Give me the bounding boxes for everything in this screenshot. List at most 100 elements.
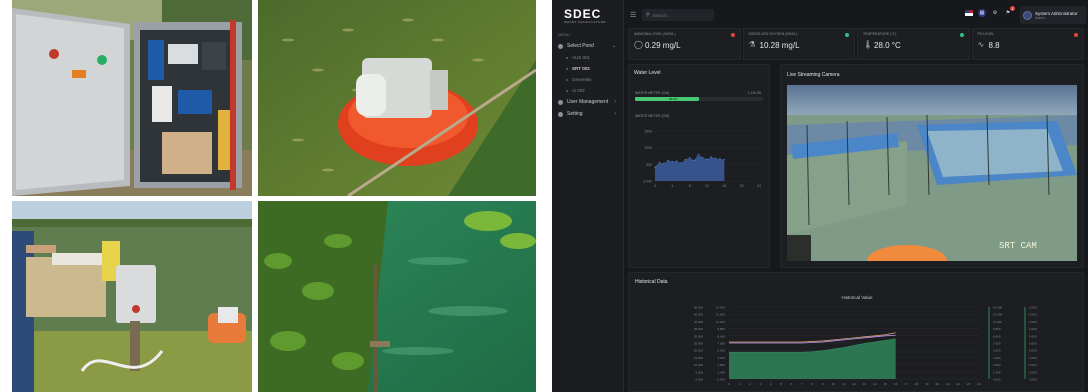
y-tick-label-right-2: 0.000 — [1029, 313, 1037, 317]
bullet-icon — [566, 56, 568, 59]
camera-panel: Live Streaming Camera SRT CAM — [780, 64, 1084, 268]
y-tick-label: 500 — [646, 163, 652, 167]
x-tick-label: 12 — [705, 184, 709, 188]
x-tick-label: 20 — [936, 382, 940, 386]
bullet-icon — [566, 67, 568, 70]
user-menu[interactable]: System Administrator Admin — [1020, 6, 1086, 24]
y-tick-label-right-2: 0.000 — [1029, 349, 1037, 353]
y-tick-label: 1000 — [644, 146, 652, 150]
x-tick-label: 17 — [904, 382, 908, 386]
x-tick-label: 5 — [780, 382, 782, 386]
historical-data-panel: Historical Data Historical Value 50.000 1… — [628, 272, 1084, 392]
top-bar-actions: ▦ ⚙ ⚑ 1 — [965, 6, 1015, 17]
x-tick-label: 24 — [757, 184, 761, 188]
y-tick-label-left: 25.000 — [694, 342, 704, 346]
camera-overlay-label: SRT CAM — [999, 241, 1037, 251]
y-tick-label-right-2: 0.000 — [1029, 378, 1037, 382]
y-tick-label-right: 4.200 — [993, 356, 1001, 360]
x-tick-label: 14 — [873, 382, 877, 386]
data-point — [697, 153, 699, 155]
panel-title: Water Level — [634, 70, 661, 76]
y-tick-label-left: 35.000 — [694, 327, 704, 331]
sidebar-subitem-pond[interactable]: AUS 001 — [552, 52, 624, 63]
sidebar-nav: Select Pond ⌄ AUS 001 SRT 003 Generetix … — [552, 40, 624, 120]
sidebar-subitem-pond[interactable]: Generetix — [552, 74, 624, 85]
kpi-value: 10.28 mg/L — [759, 41, 800, 50]
pond-label: Ai 002 — [572, 88, 585, 93]
sidebar-item-label: Setting — [567, 111, 583, 117]
water-level-panel: Water Level WATER METER (CM) 1,130.56 86… — [628, 64, 770, 268]
kpi-card-ammonia: AMMONIA LEVEL (NH3/L) ◯ 0.29 mg/L — [628, 28, 741, 60]
y-tick-label-right: 8.400 — [993, 334, 1001, 338]
x-tick-label: 3 — [759, 382, 761, 386]
dashboard-screenshot: SDEC SMART AQUACULTURE MENU Select Pond … — [552, 0, 1088, 392]
y-tick-label-left: 5.000 — [695, 370, 703, 374]
sidebar-item-setting[interactable]: Setting › — [552, 108, 624, 120]
kpi-value: 0.29 mg/L — [645, 41, 681, 50]
top-bar: ☰ ⚲ ▦ ⚙ ⚑1 System Administrator Admin — [624, 0, 1088, 30]
sidebar-item-select-pond[interactable]: Select Pond ⌄ — [552, 40, 624, 52]
y-tick-label-right: 0.000 — [993, 378, 1001, 382]
kpi-card-dissolved-oxygen: DISSOLVED OXYGEN (NH3/L) ⚗ 10.28 mg/L — [742, 28, 855, 60]
y-tick-label-left-2: 0.000 — [717, 378, 725, 382]
water-level-progress: 86.8% — [635, 97, 763, 101]
sidebar-subitem-pond[interactable]: Ai 002 — [552, 85, 624, 96]
y-tick-label-left: 50.000 — [694, 306, 704, 310]
search-box[interactable]: ⚲ — [642, 9, 714, 21]
data-point — [671, 161, 673, 163]
chevron-right-icon: › — [614, 111, 616, 117]
y-tick-label-right-2: 0.000 — [1029, 370, 1037, 374]
x-tick-label: 0 — [728, 382, 730, 386]
kpi-label: DISSOLVED OXYGEN (NH3/L) — [748, 32, 798, 36]
data-point — [715, 157, 717, 159]
historical-chart: 50.000 14.000 14.000 0.00045.000 12.600 12.60… — [694, 306, 1037, 387]
y-tick-label-right: 1.400 — [993, 370, 1001, 374]
y-tick-label-left-2: 8.400 — [717, 334, 725, 338]
pond-label: AUS 001 — [572, 55, 591, 60]
sidebar-subitem-pond-active[interactable]: SRT 003 — [552, 63, 624, 74]
kpi-card-ph: PH LEVEL ∿ 8.8 — [971, 28, 1084, 60]
data-point — [706, 158, 708, 160]
apps-icon[interactable]: ▦ — [978, 9, 986, 17]
data-point — [689, 157, 691, 159]
camera-feed[interactable]: SRT CAM — [787, 85, 1077, 261]
x-tick-label: 20 — [740, 184, 744, 188]
y-tick-label-right: 2.800 — [993, 363, 1001, 367]
water-meter-value: 1,130.56 — [747, 91, 761, 95]
logo-subtitle: SMART AQUACULTURE — [564, 20, 607, 24]
x-tick-label: 21 — [946, 382, 950, 386]
status-dot — [959, 33, 964, 37]
y-tick-label-left: 10.000 — [694, 363, 704, 367]
kpi-label: PH LEVEL — [977, 32, 995, 36]
notification-badge: 1 — [1010, 6, 1015, 11]
x-tick-label: 6 — [791, 382, 793, 386]
y-tick-label-left: 20.000 — [694, 349, 704, 353]
series-area — [729, 338, 896, 379]
menu-toggle-icon[interactable]: ☰ — [630, 11, 636, 19]
y-tick-label-left-2: 2.800 — [717, 363, 725, 367]
x-tick-label: 7 — [801, 382, 803, 386]
sidebar-item-user-management[interactable]: User Management › — [552, 96, 624, 108]
language-flag-icon[interactable] — [965, 10, 973, 16]
gear-icon[interactable]: ⚙ — [991, 9, 999, 17]
search-input[interactable] — [652, 12, 709, 18]
data-point — [676, 160, 678, 162]
y-tick-label-right-2: 0.000 — [1029, 363, 1037, 367]
x-tick-label: 19 — [925, 382, 929, 386]
status-dot — [845, 33, 849, 37]
y-tick-label-right: 11.200 — [993, 320, 1002, 324]
y-tick-label-right: 5.600 — [993, 349, 1001, 353]
water-level-chart: 1500 1000 500 0.0000 4 8 12 16 20 24 — [643, 130, 761, 189]
water-level-area — [655, 154, 725, 181]
sidebar: SDEC SMART AQUACULTURE MENU Select Pond … — [552, 0, 624, 392]
x-tick-label: 4 — [671, 184, 673, 188]
bell-icon[interactable]: ⚑ 1 — [1004, 6, 1015, 17]
x-tick-label: 24 — [977, 382, 981, 386]
x-tick-label: 4 — [770, 382, 772, 386]
y-tick-label: 0.000 — [643, 180, 652, 184]
y-tick-label: 1500 — [644, 130, 652, 134]
kpi-label: AMMONIA LEVEL (NH3/L) — [634, 32, 676, 36]
kpi-value: 8.8 — [988, 41, 1000, 50]
brand-logo[interactable]: SDEC SMART AQUACULTURE — [564, 7, 612, 24]
user-name: System Administrator — [1035, 10, 1078, 16]
